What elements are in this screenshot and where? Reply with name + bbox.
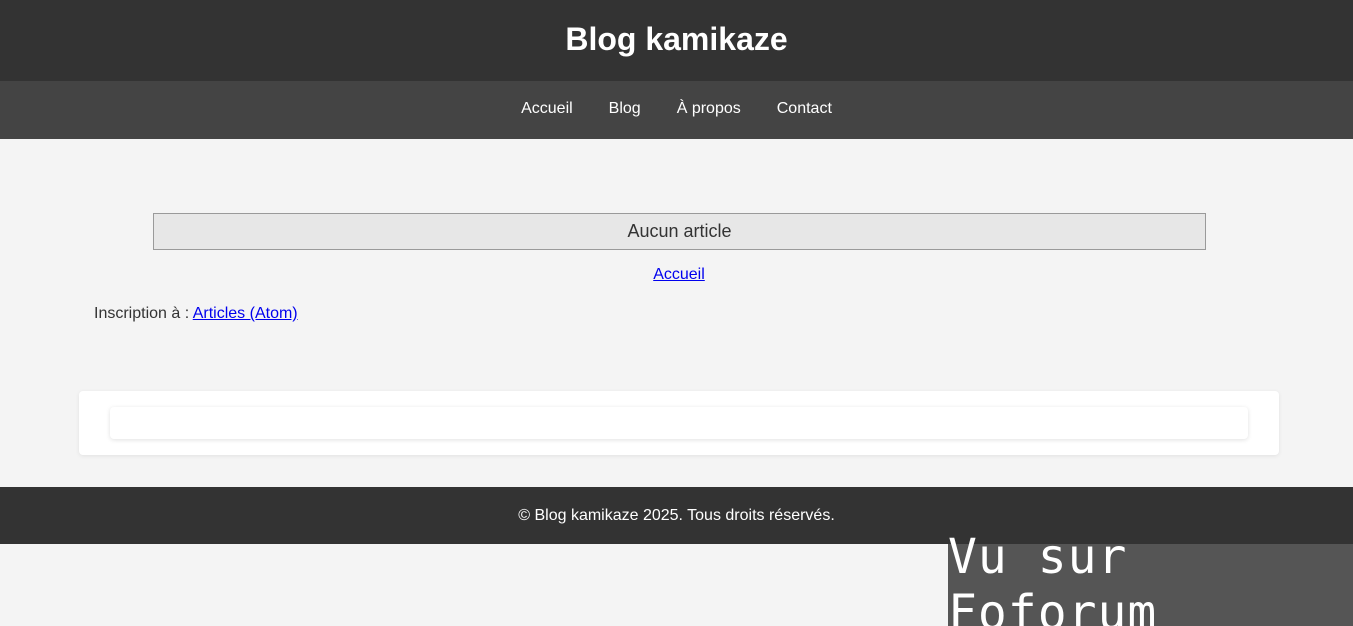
- widget-container: [79, 391, 1279, 455]
- feed-subscription: Inscription à : Articles (Atom): [94, 305, 298, 323]
- no-articles-message: Aucun article: [153, 213, 1206, 250]
- foforum-badge[interactable]: Vu sur Foforum: [948, 529, 1353, 626]
- atom-feed-link[interactable]: Articles (Atom): [193, 305, 298, 322]
- widget-panel: [110, 407, 1248, 439]
- main-content: Aucun article Accueil Inscription à : Ar…: [0, 139, 1353, 487]
- nav-item-blog[interactable]: Blog: [609, 100, 641, 118]
- home-link-row: Accueil: [0, 266, 1353, 284]
- feed-prefix: Inscription à :: [94, 305, 193, 322]
- nav-item-accueil[interactable]: Accueil: [521, 100, 573, 118]
- home-link[interactable]: Accueil: [653, 266, 705, 283]
- main-nav: Accueil Blog À propos Contact: [0, 81, 1353, 139]
- nav-item-a-propos[interactable]: À propos: [677, 100, 741, 118]
- bottom-area: Vu sur Foforum: [0, 529, 1353, 626]
- copyright-text: © Blog kamikaze 2025. Tous droits réserv…: [518, 506, 835, 524]
- nav-item-contact[interactable]: Contact: [777, 100, 832, 118]
- site-header: Blog kamikaze: [0, 0, 1353, 81]
- site-title: Blog kamikaze: [565, 20, 788, 57]
